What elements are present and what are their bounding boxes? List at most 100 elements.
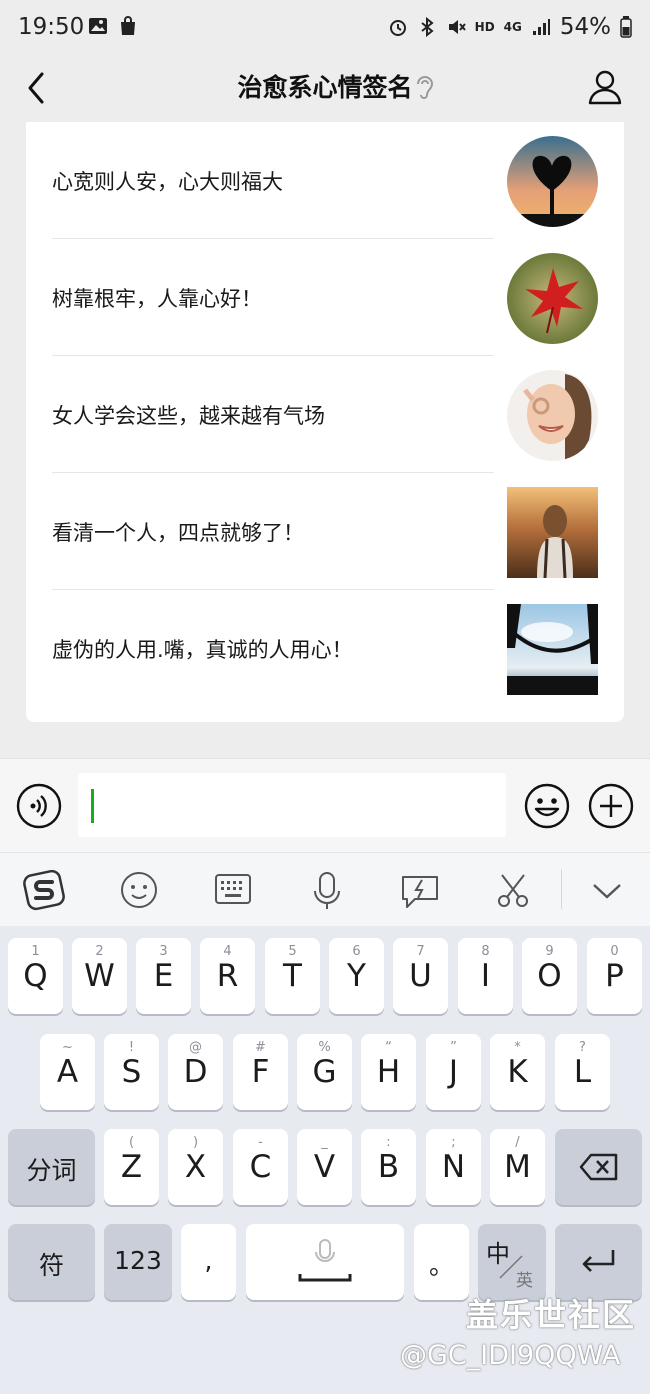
backspace-key[interactable]	[555, 1129, 642, 1205]
article-title: 女人学会这些，越来越有气场	[52, 404, 325, 428]
key-t[interactable]: 5T	[265, 938, 320, 1014]
key-g[interactable]: % G	[297, 1034, 352, 1110]
key-hint: /	[515, 1135, 520, 1150]
article-item[interactable]: 树靠根牢，人靠心好！	[26, 239, 624, 356]
key-letter: J	[448, 1054, 459, 1090]
article-title: 看清一个人，四点就够了！	[52, 521, 304, 545]
enter-key[interactable]	[555, 1224, 642, 1300]
gallery-icon	[89, 18, 107, 34]
key-hint: :	[386, 1135, 391, 1150]
key-m[interactable]: / M	[490, 1129, 545, 1205]
battery-icon	[620, 16, 632, 38]
key-hint: -	[258, 1135, 263, 1150]
key-label: 符	[38, 1251, 64, 1280]
key-v[interactable]: _ V	[297, 1129, 352, 1205]
emoji-icon[interactable]	[524, 783, 570, 829]
profile-icon[interactable]	[586, 68, 624, 106]
voice-input-icon[interactable]	[16, 783, 62, 829]
hd-indicator: HD	[474, 20, 495, 34]
key-q[interactable]: 1Q	[8, 938, 63, 1014]
key-b[interactable]: :B	[361, 1129, 416, 1205]
key-y[interactable]: 6Y	[329, 938, 384, 1014]
space-key[interactable]	[246, 1224, 404, 1300]
message-input[interactable]	[78, 773, 506, 837]
key-i[interactable]: 8I	[458, 938, 513, 1014]
hammock-thumbnail	[507, 604, 598, 695]
key-n[interactable]: ; N	[426, 1129, 481, 1205]
key-hint: #	[255, 1040, 266, 1055]
key-letter: W	[84, 958, 115, 994]
language-switch-key[interactable]: 中 英	[478, 1224, 546, 1300]
scissors-icon[interactable]	[490, 867, 536, 913]
key-hint: 2	[95, 944, 104, 959]
key-letter: C	[249, 1149, 272, 1185]
key-r[interactable]: 4R	[200, 938, 255, 1014]
shopping-bag-icon	[121, 16, 135, 35]
period-key[interactable]: 。	[414, 1224, 469, 1300]
key-hint: *	[514, 1040, 521, 1055]
key-letter: L	[573, 1054, 592, 1090]
key-a[interactable]: ~ A	[40, 1034, 95, 1110]
key-hint: (	[128, 1135, 135, 1150]
toolbar-divider	[561, 869, 562, 909]
key-w[interactable]: 2W	[72, 938, 127, 1014]
key-hint: 7	[416, 944, 425, 959]
key-k[interactable]: * K	[490, 1034, 545, 1110]
key-hint: “	[385, 1040, 392, 1055]
key-letter: Q	[23, 958, 48, 994]
key-d[interactable]: @ D	[168, 1034, 223, 1110]
article-item[interactable]: 虚伪的人用.嘴，真诚的人用心！	[26, 590, 624, 707]
status-bar: 19:50 HD 4G 54%	[0, 0, 650, 56]
key-e[interactable]: 3E	[136, 938, 191, 1014]
key-o[interactable]: 9O	[522, 938, 577, 1014]
word-segment-key[interactable]: 分词	[8, 1129, 95, 1205]
key-hint: 6	[352, 944, 361, 959]
collapse-keyboard-icon[interactable]	[584, 867, 630, 913]
clock: 19:50	[18, 14, 85, 40]
key-x[interactable]: ) X	[168, 1129, 223, 1205]
title-bar: 治愈系心情签名	[0, 56, 650, 122]
key-f[interactable]: # F	[233, 1034, 288, 1110]
add-more-icon[interactable]	[588, 783, 634, 829]
key-letter: U	[409, 958, 432, 994]
emoji-panel-icon[interactable]	[116, 867, 162, 913]
key-letter: T	[283, 958, 302, 994]
key-label: 。	[428, 1251, 454, 1280]
key-letter: Z	[120, 1149, 143, 1185]
network-indicator: 4G	[503, 20, 522, 34]
numbers-key[interactable]: 123	[104, 1224, 172, 1300]
key-letter: G	[312, 1054, 337, 1090]
article-title: 心宽则人安，心大则福大	[52, 170, 283, 194]
quick-phrase-icon[interactable]	[397, 867, 443, 913]
comma-key[interactable]: ,	[181, 1224, 236, 1300]
key-c[interactable]: -C	[233, 1129, 288, 1205]
key-p[interactable]: 0P	[587, 938, 642, 1014]
watermark-community: 盖乐世社区	[466, 1296, 637, 1334]
backspace-icon	[579, 1153, 618, 1181]
microphone-icon[interactable]	[304, 867, 350, 913]
article-list-card: 心宽则人安，心大则福大 树靠根牢，人靠心好！ 女人学会这些，越来越有气场 看清一…	[26, 122, 624, 722]
key-z[interactable]: (Z	[104, 1129, 159, 1205]
key-hint: ”	[450, 1040, 457, 1055]
earpiece-mode-icon	[417, 76, 434, 99]
article-item[interactable]: 看清一个人，四点就够了！	[26, 473, 624, 590]
page-title: 治愈系心情签名	[237, 73, 413, 102]
keyboard-layout-icon[interactable]	[210, 867, 256, 913]
smiling-woman-thumbnail	[507, 370, 598, 461]
key-s[interactable]: ! S	[104, 1034, 159, 1110]
key-l[interactable]: ? L	[555, 1034, 610, 1110]
signal-icon	[532, 19, 550, 35]
key-j[interactable]: ” J	[426, 1034, 481, 1110]
article-item[interactable]: 心宽则人安，心大则福大	[26, 122, 624, 239]
key-letter: P	[605, 958, 624, 994]
symbols-key[interactable]: 符	[8, 1224, 95, 1300]
article-item[interactable]: 女人学会这些，越来越有气场	[26, 356, 624, 473]
key-hint: 3	[159, 944, 168, 959]
key-hint: ?	[579, 1040, 586, 1055]
key-hint: ~	[62, 1040, 73, 1055]
key-u[interactable]: 7U	[393, 938, 448, 1014]
key-letter: N	[441, 1149, 466, 1185]
sogou-logo-icon[interactable]	[22, 867, 68, 913]
heart-tree-thumbnail	[507, 136, 598, 227]
key-h[interactable]: “H	[361, 1034, 416, 1110]
